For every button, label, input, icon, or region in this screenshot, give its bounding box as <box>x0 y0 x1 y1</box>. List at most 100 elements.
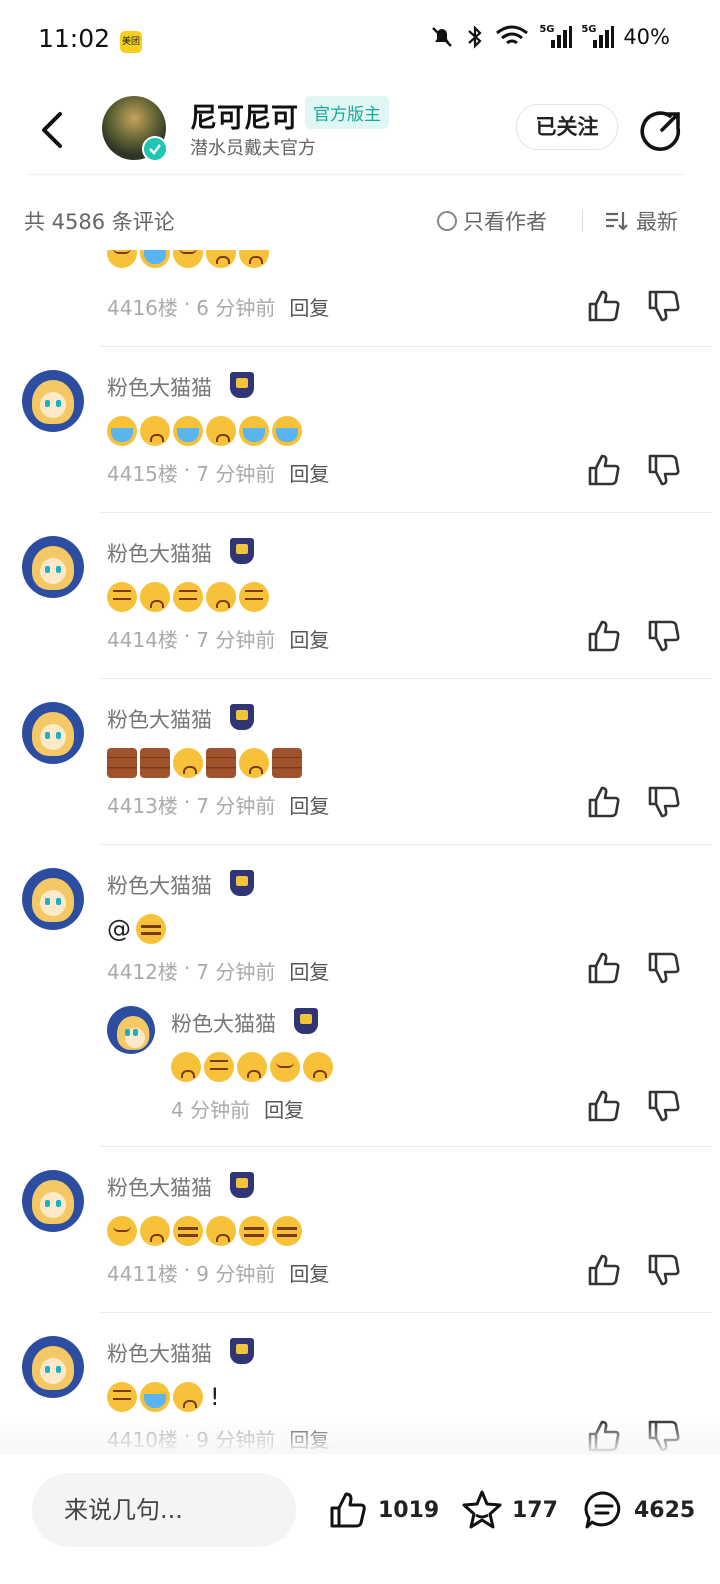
sad-emoji-icon <box>206 250 236 268</box>
username[interactable]: 粉色大猫猫 <box>107 704 212 734</box>
user-badge-icon <box>230 870 254 896</box>
header: 尼可尼可 官方版主 潜水员戴夫官方 已关注 <box>0 84 720 176</box>
user-avatar[interactable] <box>22 1336 84 1398</box>
floor-number: 4413楼 <box>107 794 178 818</box>
user-badge-icon <box>230 538 254 564</box>
user-avatar[interactable] <box>107 1006 155 1054</box>
comment-time: 4 分钟前 <box>171 1098 251 1122</box>
comment-list[interactable]: 4416楼 · 6 分钟前 回复 粉色大猫猫 4415楼 · 7 分钟前 回复 粉色大猫猫 4414… <box>0 250 720 1452</box>
author-only-toggle[interactable]: 只看作者 <box>437 206 547 236</box>
favorite-button[interactable]: 177 <box>460 1488 558 1532</box>
like-post-button[interactable]: 1019 <box>326 1488 439 1532</box>
wall-emoji-icon <box>107 748 137 778</box>
signal-icon-1: 5G <box>539 24 573 50</box>
sly-emoji-icon <box>173 1216 203 1246</box>
author-name[interactable]: 尼可尼可 <box>190 96 298 135</box>
sad-emoji-icon <box>303 1052 333 1082</box>
floor-number: 4411楼 <box>107 1262 178 1286</box>
comment-meta: 4414楼 · 7 分钟前 回复 <box>107 624 329 653</box>
comments-button[interactable]: 4625 <box>582 1488 695 1532</box>
reply-button[interactable]: 回复 <box>289 292 329 321</box>
floor-number: 4414楼 <box>107 628 178 652</box>
username[interactable]: 粉色大猫猫 <box>107 372 212 402</box>
dizzy-emoji-icon <box>107 1382 137 1412</box>
radio-circle-icon <box>437 211 457 231</box>
comment-meta: 4416楼 · 6 分钟前 回复 <box>107 292 329 321</box>
thumbs-down-icon[interactable] <box>646 452 682 488</box>
relieved-emoji-icon <box>173 250 203 268</box>
sad-emoji-icon <box>140 582 170 612</box>
thumbs-up-icon[interactable] <box>586 618 622 654</box>
star-icon <box>462 1490 502 1529</box>
cry-emoji-icon <box>272 416 302 446</box>
dot-separator: · <box>183 1258 191 1282</box>
thumbs-up-icon[interactable] <box>586 1088 622 1124</box>
cry-emoji-icon <box>239 416 269 446</box>
back-arrow-icon[interactable] <box>34 106 74 154</box>
reply-button[interactable]: 回复 <box>289 1258 329 1287</box>
user-badge-icon <box>230 704 254 730</box>
username[interactable]: 粉色大猫猫 <box>107 538 212 568</box>
author-subtitle: 潜水员戴夫官方 <box>190 138 316 159</box>
divider <box>100 1146 712 1147</box>
thumbs-up-icon[interactable] <box>586 1252 622 1288</box>
sad-emoji-icon <box>140 416 170 446</box>
username[interactable]: 粉色大猫猫 <box>171 1008 276 1038</box>
comment-time: 6 分钟前 <box>196 296 276 320</box>
follow-button[interactable]: 已关注 <box>516 104 618 150</box>
comment-time: 9 分钟前 <box>196 1262 276 1286</box>
comment-meta: 4 分钟前 回复 <box>171 1094 304 1123</box>
user-avatar[interactable] <box>22 1170 84 1232</box>
thumbs-up-icon[interactable] <box>586 452 622 488</box>
sad-emoji-icon <box>173 748 203 778</box>
cry-emoji-icon <box>173 416 203 446</box>
official-moderator-tag: 官方版主 <box>305 96 389 129</box>
battery-level: 40% <box>623 25 670 49</box>
comment-bubble-icon <box>584 1491 621 1529</box>
sort-icon <box>606 212 628 231</box>
sad-emoji-icon <box>206 416 236 446</box>
thumbs-down-icon[interactable] <box>646 950 682 986</box>
wall-emoji-icon <box>272 748 302 778</box>
user-avatar[interactable] <box>22 702 84 764</box>
comment-count: 共 4586 条评论 <box>24 210 175 234</box>
user-badge-icon <box>294 1008 318 1034</box>
thumbs-down-icon[interactable] <box>646 1252 682 1288</box>
reply-button[interactable]: 回复 <box>289 624 329 653</box>
sly-emoji-icon <box>136 914 166 944</box>
thumbs-up-icon[interactable] <box>586 950 622 986</box>
comment-suffix: ! <box>210 1383 220 1411</box>
dizzy-emoji-icon <box>204 1052 234 1082</box>
floor-number: 4416楼 <box>107 296 178 320</box>
comment-total: 4625 <box>634 1497 696 1523</box>
comment-content: @ <box>107 914 166 944</box>
reply-button[interactable]: 回复 <box>289 790 329 819</box>
divider <box>100 1312 712 1313</box>
comment-input[interactable]: 来说几句... <box>32 1473 296 1547</box>
thumbs-down-icon[interactable] <box>646 784 682 820</box>
reply-button[interactable]: 回复 <box>264 1094 304 1123</box>
share-icon[interactable] <box>640 108 684 152</box>
username[interactable]: 粉色大猫猫 <box>107 1338 212 1368</box>
thumbs-down-icon[interactable] <box>646 288 682 324</box>
user-avatar[interactable] <box>22 370 84 432</box>
thumbs-up-icon[interactable] <box>586 288 622 324</box>
comment-content <box>107 1216 302 1246</box>
sort-button[interactable]: 最新 <box>604 206 678 236</box>
status-bar: 11:02 美团 5G 5G 40% <box>0 0 720 84</box>
reply-button[interactable]: 回复 <box>289 458 329 487</box>
thumbs-up-icon[interactable] <box>586 784 622 820</box>
user-avatar[interactable] <box>22 536 84 598</box>
sad-emoji-icon <box>239 748 269 778</box>
username[interactable]: 粉色大猫猫 <box>107 870 212 900</box>
cry-emoji-icon <box>140 250 170 268</box>
thumbs-down-icon[interactable] <box>646 618 682 654</box>
reply-button[interactable]: 回复 <box>289 956 329 985</box>
username[interactable]: 粉色大猫猫 <box>107 1172 212 1202</box>
user-avatar[interactable] <box>22 868 84 930</box>
cry-emoji-icon <box>140 1382 170 1412</box>
divider <box>100 512 712 513</box>
floor-number: 4412楼 <box>107 960 178 984</box>
thumbs-down-icon[interactable] <box>646 1088 682 1124</box>
mention-symbol: @ <box>107 915 131 943</box>
